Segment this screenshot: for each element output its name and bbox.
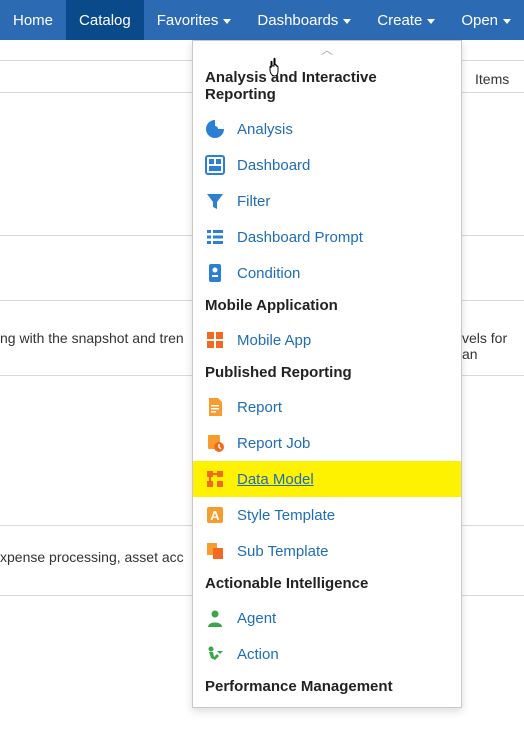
collapse-caret-icon[interactable]: ︿ bbox=[193, 41, 461, 63]
nav-open[interactable]: Open bbox=[448, 0, 524, 40]
svg-text:A: A bbox=[210, 508, 220, 523]
nav-dashboards[interactable]: Dashboards bbox=[244, 0, 364, 40]
top-nav: Home Catalog Favorites Dashboards Create… bbox=[0, 0, 524, 40]
menu-item-report[interactable]: Report bbox=[193, 389, 461, 425]
bg-levels-text: vels for an bbox=[462, 330, 524, 362]
menu-item-dashboard-prompt[interactable]: Dashboard Prompt bbox=[193, 219, 461, 255]
menu-heading-performance: Performance Management bbox=[193, 672, 461, 703]
menu-heading-mobile: Mobile Application bbox=[193, 291, 461, 322]
condition-icon bbox=[205, 263, 225, 283]
caret-down-icon bbox=[427, 19, 435, 24]
filter-icon bbox=[205, 191, 225, 211]
create-dropdown: ︿ Analysis and Interactive Reporting Ana… bbox=[192, 40, 462, 708]
nav-home-label: Home bbox=[13, 12, 53, 29]
menu-item-data-model-label: Data Model bbox=[237, 471, 314, 488]
menu-heading-published: Published Reporting bbox=[193, 358, 461, 389]
caret-down-icon bbox=[343, 19, 351, 24]
dashboard-prompt-icon bbox=[205, 227, 225, 247]
report-icon bbox=[205, 397, 225, 417]
bg-items-label: Items bbox=[475, 71, 509, 87]
menu-item-sub-template-label: Sub Template bbox=[237, 543, 328, 560]
menu-heading-analysis: Analysis and Interactive Reporting bbox=[193, 63, 461, 111]
nav-favorites-label: Favorites bbox=[157, 12, 219, 29]
menu-item-analysis[interactable]: Analysis bbox=[193, 111, 461, 147]
menu-item-condition[interactable]: Condition bbox=[193, 255, 461, 291]
nav-home[interactable]: Home bbox=[0, 0, 66, 40]
menu-item-condition-label: Condition bbox=[237, 265, 300, 282]
menu-item-mobile-app-label: Mobile App bbox=[237, 332, 311, 349]
analysis-icon bbox=[205, 119, 225, 139]
menu-item-agent[interactable]: Agent bbox=[193, 600, 461, 636]
menu-item-action-label: Action bbox=[237, 646, 279, 663]
nav-open-label: Open bbox=[461, 12, 498, 29]
agent-icon bbox=[205, 608, 225, 628]
menu-item-report-job[interactable]: Report Job bbox=[193, 425, 461, 461]
sub-template-icon bbox=[205, 541, 225, 561]
menu-item-dashboard-prompt-label: Dashboard Prompt bbox=[237, 229, 363, 246]
menu-item-sub-template[interactable]: Sub Template bbox=[193, 533, 461, 569]
menu-item-analysis-label: Analysis bbox=[237, 121, 293, 138]
caret-down-icon bbox=[503, 19, 511, 24]
dashboard-icon bbox=[205, 155, 225, 175]
nav-create-label: Create bbox=[377, 12, 422, 29]
menu-item-style-template[interactable]: A Style Template bbox=[193, 497, 461, 533]
report-job-icon bbox=[205, 433, 225, 453]
menu-item-action[interactable]: Action bbox=[193, 636, 461, 672]
menu-item-dashboard-label: Dashboard bbox=[237, 157, 310, 174]
mobile-app-icon bbox=[205, 330, 225, 350]
menu-heading-actionable: Actionable Intelligence bbox=[193, 569, 461, 600]
menu-item-filter[interactable]: Filter bbox=[193, 183, 461, 219]
menu-item-report-job-label: Report Job bbox=[237, 435, 310, 452]
nav-create[interactable]: Create bbox=[364, 0, 448, 40]
bg-snapshot-text: ng with the snapshot and tren bbox=[0, 330, 184, 346]
nav-favorites[interactable]: Favorites bbox=[144, 0, 245, 40]
menu-item-dashboard[interactable]: Dashboard bbox=[193, 147, 461, 183]
nav-catalog-label: Catalog bbox=[79, 12, 131, 29]
menu-item-agent-label: Agent bbox=[237, 610, 276, 627]
menu-item-data-model[interactable]: Data Model bbox=[193, 461, 461, 497]
menu-item-style-template-label: Style Template bbox=[237, 507, 335, 524]
nav-catalog[interactable]: Catalog bbox=[66, 0, 144, 40]
action-icon bbox=[205, 644, 225, 664]
data-model-icon bbox=[205, 469, 225, 489]
menu-item-mobile-app[interactable]: Mobile App bbox=[193, 322, 461, 358]
style-template-icon: A bbox=[205, 505, 225, 525]
menu-item-report-label: Report bbox=[237, 399, 282, 416]
menu-item-filter-label: Filter bbox=[237, 193, 270, 210]
nav-dashboards-label: Dashboards bbox=[257, 12, 338, 29]
caret-down-icon bbox=[223, 19, 231, 24]
bg-expense-text: xpense processing, asset acc bbox=[0, 549, 184, 565]
